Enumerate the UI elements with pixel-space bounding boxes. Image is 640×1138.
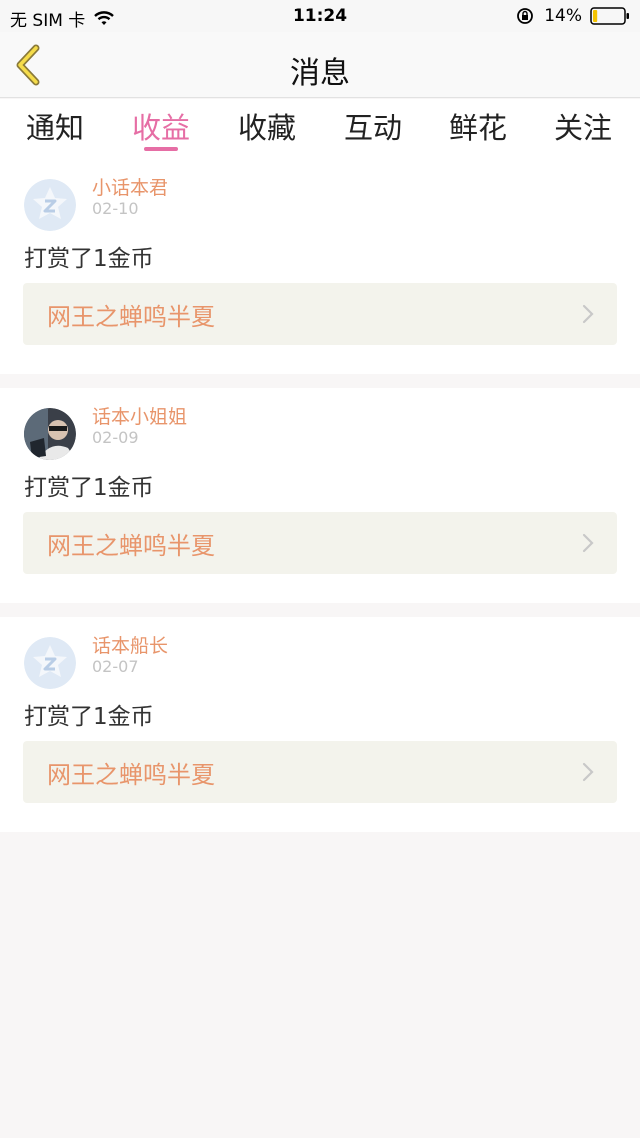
author-name[interactable]: 话本船长 [92, 631, 168, 658]
tab-interaction[interactable]: 互动 [328, 105, 418, 147]
book-link[interactable]: 网王之蝉鸣半夏 [23, 741, 617, 803]
message-date: 02-09 [92, 428, 139, 447]
chevron-right-icon [582, 304, 594, 324]
page-title: 消息 [290, 56, 350, 91]
tab-notice[interactable]: 通知 [10, 105, 100, 147]
book-title: 网王之蝉鸣半夏 [47, 761, 215, 789]
default-avatar-icon[interactable] [24, 179, 76, 231]
message-card: 话本小姐姐 02-09 打赏了1金币 网王之蝉鸣半夏 [0, 388, 640, 603]
book-title: 网王之蝉鸣半夏 [47, 303, 215, 331]
battery-icon [590, 7, 629, 25]
message-card: 话本船长 02-07 打赏了1金币 网王之蝉鸣半夏 [0, 617, 640, 832]
book-title: 网王之蝉鸣半夏 [47, 532, 215, 560]
nav-bar: 消息 [0, 32, 640, 98]
default-avatar-icon[interactable] [24, 637, 76, 689]
author-name[interactable]: 话本小姐姐 [92, 402, 187, 429]
tab-earnings[interactable]: 收益 [116, 105, 206, 151]
message-card: 小话本君 02-10 打赏了1金币 网王之蝉鸣半夏 [0, 159, 640, 374]
tab-favorites[interactable]: 收藏 [222, 105, 312, 147]
user-photo-avatar[interactable] [24, 408, 76, 460]
author-name[interactable]: 小话本君 [92, 173, 168, 200]
message-text: 打赏了1金币 [24, 475, 154, 501]
message-date: 02-07 [92, 657, 139, 676]
battery-percent: 14% [544, 6, 582, 26]
message-text: 打赏了1金币 [24, 704, 154, 730]
status-bar: 无 SIM 卡 11:24 14% [0, 0, 640, 32]
tab-flowers[interactable]: 鲜花 [433, 105, 523, 147]
tab-following[interactable]: 关注 [538, 105, 628, 147]
message-date: 02-10 [92, 199, 139, 218]
tab-bar: 通知 收益 收藏 互动 鲜花 关注 [0, 99, 640, 159]
rotation-lock-icon [517, 8, 534, 24]
message-text: 打赏了1金币 [24, 246, 154, 272]
status-right: 14% [516, 6, 630, 26]
chevron-right-icon [582, 762, 594, 782]
book-link[interactable]: 网王之蝉鸣半夏 [23, 283, 617, 345]
book-link[interactable]: 网王之蝉鸣半夏 [23, 512, 617, 574]
chevron-right-icon [582, 533, 594, 553]
